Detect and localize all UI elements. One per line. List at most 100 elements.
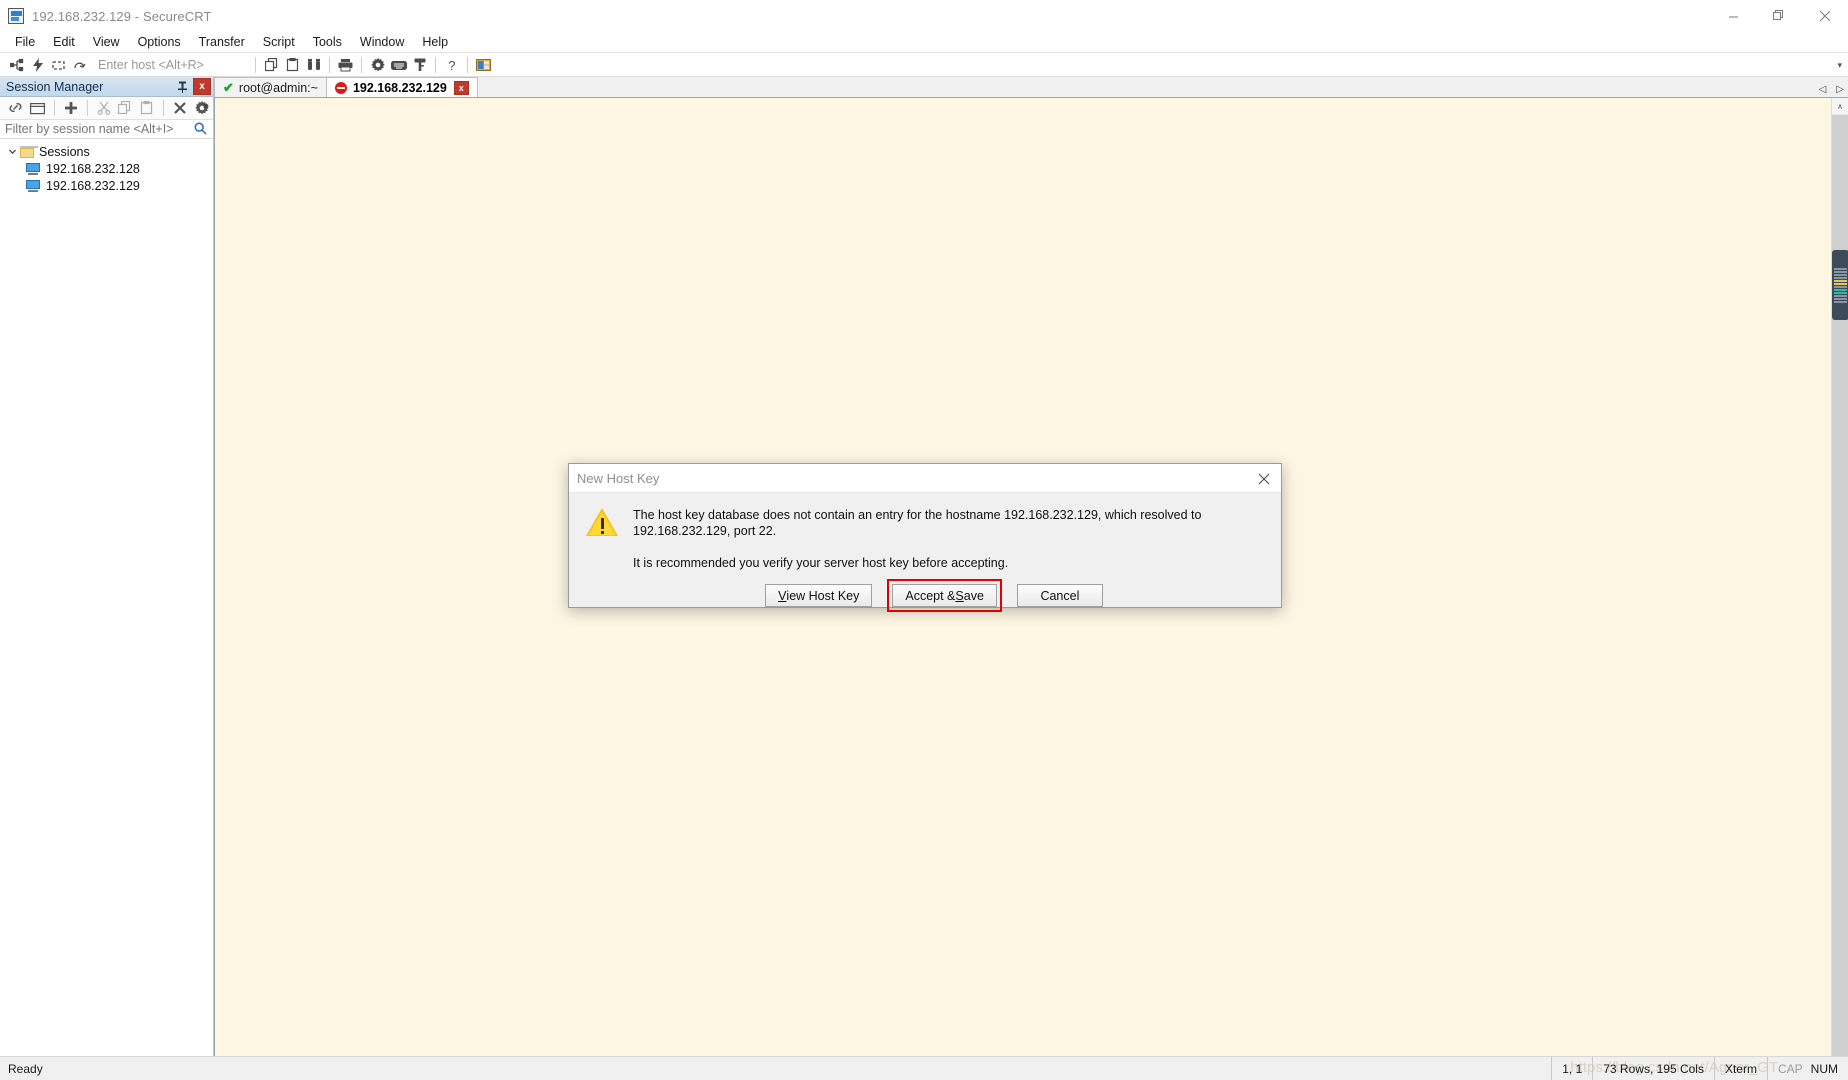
tree-node-label: 192.168.232.128 — [46, 161, 140, 176]
help-icon[interactable]: ? — [441, 54, 462, 76]
cut-icon[interactable] — [93, 98, 115, 119]
tab-bar: ✔ root@admin:~ 192.168.232.129 x ◁ ▷ — [214, 77, 1848, 98]
key-icon[interactable] — [409, 54, 430, 76]
red-disconnected-icon — [334, 81, 347, 94]
find-icon[interactable] — [303, 54, 324, 76]
dialog-body: The host key database does not contain a… — [569, 493, 1281, 571]
tab-prev-button[interactable]: ◁ — [1819, 84, 1827, 95]
quick-connect-icon[interactable] — [27, 54, 48, 76]
session-manager-header: Session Manager x — [0, 77, 213, 97]
reconnect-icon[interactable] — [69, 54, 90, 76]
print-icon[interactable] — [335, 54, 356, 76]
new-session-icon[interactable] — [60, 98, 82, 119]
green-check-icon: ✔ — [223, 79, 234, 95]
toolbar-overflow-button[interactable]: ▾ — [1837, 53, 1842, 77]
securecrt-icon — [8, 8, 24, 24]
tree-node-sessions[interactable]: Sessions — [0, 143, 213, 160]
dialog-title: New Host Key — [577, 470, 660, 486]
paste-icon[interactable] — [136, 98, 158, 119]
status-emulation: Xterm — [1713, 1057, 1767, 1080]
paste-icon[interactable] — [282, 54, 303, 76]
window-controls — [1710, 0, 1848, 32]
tab-next-button[interactable]: ▷ — [1836, 84, 1844, 95]
status-num-indicator: NUM — [1810, 1062, 1838, 1076]
tab-label: 192.168.232.129 — [352, 80, 447, 95]
scrollbar-thumb[interactable] — [1832, 250, 1848, 320]
folder-icon — [20, 145, 38, 158]
terminal-scrollbar[interactable]: ∧ — [1831, 98, 1848, 1056]
connect-in-tab-icon[interactable] — [48, 54, 69, 76]
status-bar: Ready https://blog.csdn.net/Agner_GT 1, … — [0, 1056, 1848, 1080]
status-dimensions: 73 Rows, 195 Cols — [1592, 1057, 1714, 1080]
scrollbar-track[interactable] — [1832, 115, 1848, 1056]
session-manager-close-button[interactable]: x — [193, 78, 211, 95]
new-session-window-icon[interactable] — [27, 98, 49, 119]
copy-icon[interactable] — [115, 98, 137, 119]
connect-link-icon[interactable] — [5, 98, 27, 119]
dialog-message-primary: The host key database does not contain a… — [633, 508, 1202, 538]
tab-close-button[interactable]: x — [453, 80, 469, 95]
menu-help[interactable]: Help — [413, 33, 457, 52]
view-host-key-button[interactable]: View Host Key — [765, 584, 873, 607]
keymap-editor-icon[interactable] — [388, 54, 409, 76]
view-host-key-accel: V — [778, 588, 787, 603]
pin-icon[interactable] — [173, 78, 191, 95]
window-title: 192.168.232.129 - SecureCRT — [32, 8, 212, 24]
accept-save-button[interactable]: Accept & Save — [892, 584, 997, 607]
restore-button[interactable] — [1756, 0, 1802, 32]
copy-icon[interactable] — [261, 54, 282, 76]
computer-icon — [26, 179, 40, 192]
computer-icon — [26, 162, 40, 175]
session-tree: Sessions 192.168.232.128 192.168.232.129 — [0, 139, 213, 1056]
menu-bar: File Edit View Options Transfer Script T… — [0, 32, 1848, 53]
accept-save-prefix: Accept & — [905, 588, 956, 603]
accept-save-accel: S — [955, 588, 964, 603]
session-manager-toolbar: » — [0, 97, 213, 120]
close-button[interactable] — [1802, 0, 1848, 32]
session-options-gear-icon[interactable] — [367, 54, 388, 76]
tree-node-label: Sessions — [39, 144, 90, 159]
menu-file[interactable]: File — [6, 33, 44, 52]
warning-icon — [585, 507, 619, 538]
status-ready-text: Ready — [8, 1061, 43, 1076]
svg-text:?: ? — [448, 58, 455, 72]
scroll-up-button[interactable]: ∧ — [1832, 98, 1848, 115]
session-manager-title: Session Manager — [6, 79, 104, 94]
accept-save-highlight: Accept & Save — [887, 579, 1002, 612]
session-filter-input[interactable] — [0, 121, 185, 137]
chevron-down-icon[interactable] — [4, 147, 20, 156]
menu-view[interactable]: View — [84, 33, 129, 52]
cancel-button[interactable]: Cancel — [1016, 584, 1103, 607]
securecrt-window: 192.168.232.129 - SecureCRT File Edit Vi… — [0, 0, 1848, 1080]
minimize-button[interactable] — [1710, 0, 1756, 32]
connect-icon[interactable] — [6, 54, 27, 76]
tab-192-168-232-129[interactable]: 192.168.232.129 x — [326, 77, 478, 97]
status-cap-indicator: CAP — [1766, 1057, 1807, 1080]
tab-nav-controls: ◁ ▷ — [1819, 84, 1844, 95]
view-host-key-label: iew Host Key — [786, 588, 860, 603]
tab-label: root@admin:~ — [238, 80, 318, 95]
tab-root-admin[interactable]: ✔ root@admin:~ — [214, 77, 327, 97]
tree-node-session-0[interactable]: 192.168.232.128 — [0, 160, 213, 177]
accept-save-suffix: ave — [963, 588, 984, 603]
menu-script[interactable]: Script — [254, 33, 304, 52]
status-cursor-position: 1, 1 — [1551, 1057, 1592, 1080]
menu-window[interactable]: Window — [351, 33, 413, 52]
main-toolbar: Enter host <Alt+R> ? ▾ — [0, 53, 1848, 77]
session-manager-panel: Session Manager x » Filter by session na… — [0, 77, 214, 1056]
cancel-label: Cancel — [1040, 588, 1080, 603]
delete-icon[interactable] — [169, 98, 191, 119]
menu-edit[interactable]: Edit — [44, 33, 84, 52]
session-toolbar-overflow-button[interactable]: » — [203, 100, 209, 112]
title-bar: 192.168.232.129 - SecureCRT — [0, 0, 1848, 32]
menu-tools[interactable]: Tools — [304, 33, 351, 52]
search-icon[interactable] — [194, 122, 207, 140]
dialog-close-button[interactable] — [1247, 464, 1281, 493]
menu-transfer[interactable]: Transfer — [190, 33, 254, 52]
arrange-windows-icon[interactable] — [473, 54, 494, 76]
host-input[interactable]: Enter host <Alt+R> — [90, 58, 250, 72]
menu-options[interactable]: Options — [129, 33, 190, 52]
status-indicators: 1, 1 73 Rows, 195 Cols Xterm CAP NUM — [1551, 1057, 1848, 1080]
dialog-button-row: View Host Key Accept & Save Cancel — [578, 571, 1290, 626]
tree-node-session-1[interactable]: 192.168.232.129 — [0, 177, 213, 194]
